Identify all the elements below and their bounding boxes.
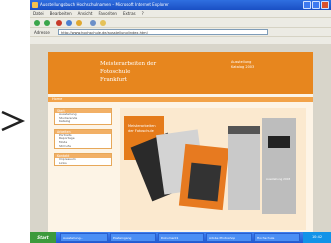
page-title: Meisterarbeiten der Fotoschule Frankfurt [100,60,180,84]
page-title-line: Frankfurt [100,77,128,83]
menu-item-datei[interactable]: Datei [33,11,44,16]
refresh-icon[interactable] [66,20,72,26]
menu-item-bearbeiten[interactable]: Bearbeiten [50,11,72,16]
taskbar-item[interactable]: Hochschule [254,233,300,242]
feature-panel: Meisterarbeiten der Fotoschule Ausstellu… [120,108,306,230]
catalog-cover[interactable] [178,143,230,211]
sidebar-link[interactable]: Still Life [55,144,111,149]
page-header-bar [228,126,260,134]
feature-text: Meisterarbeiten der Fotoschule [128,124,156,134]
taskbar-item[interactable]: Ausstellung... [60,233,108,242]
page-photo [268,136,290,148]
preview-caption: Ausstellung 2003 [266,177,291,181]
header-info: Ausstellung Katalog 2003 [231,60,254,70]
page-title-line: Fotoschule [100,69,131,75]
sidebar-link[interactable]: Katalog [55,120,111,124]
address-input[interactable]: http://www.hochschule.de/ausstellung/ind… [58,29,268,35]
menu-item-ansicht[interactable]: Ansicht [78,11,93,16]
start-button[interactable]: Start [30,232,56,243]
nav-home-link[interactable]: Home [52,97,62,102]
home-icon[interactable] [76,20,82,26]
close-button[interactable] [321,1,329,9]
back-icon[interactable] [34,20,40,26]
favorites-icon[interactable] [100,20,106,26]
page-nav-bar: Home [48,97,313,102]
page-sidebar: Start Ausstellung Studierende Katalog Ar… [54,108,112,170]
menu-bar: Datei Bearbeiten Ansicht Favoriten Extra… [30,10,331,17]
window-controls [303,1,329,9]
web-content-area: Meisterarbeiten der Fotoschule Frankfurt… [30,44,331,232]
web-page: Meisterarbeiten der Fotoschule Frankfurt… [48,52,313,232]
maximize-button[interactable] [312,1,320,9]
page-header: Meisterarbeiten der Fotoschule Frankfurt… [48,52,313,94]
window-title: Ausstellungsbuch Hochschulnamen – Micros… [40,2,169,7]
sidebar-link[interactable]: Links [55,161,111,166]
taskbar-item[interactable]: Posteingang [110,233,156,242]
address-label: Adresse [34,30,50,35]
taskbar-item[interactable]: Dokument1 [158,233,204,242]
menu-item-extras[interactable]: Extras [123,11,136,16]
title-bar: Ausstellungsbuch Hochschulnamen – Micros… [30,0,331,10]
catalog-page[interactable] [228,126,260,210]
menu-item-help[interactable]: ? [142,11,144,16]
cover-photo [187,162,222,202]
ie-icon [32,2,38,8]
system-clock: 10:42 [303,232,331,243]
catalog-page[interactable]: Ausstellung 2003 [262,118,296,214]
forward-icon[interactable] [44,20,50,26]
sidebar-box: Kontakt Impressum Links [54,153,112,167]
minimize-button[interactable] [303,1,311,9]
stop-icon[interactable] [56,20,62,26]
page-title-line: Meisterarbeiten der [100,61,157,67]
arrow-right-icon [1,110,26,132]
taskbar: Start Ausstellung... Posteingang Dokumen… [30,232,331,243]
header-info-line: Katalog 2003 [231,65,255,69]
browser-window: Ausstellungsbuch Hochschulnamen – Micros… [30,0,331,243]
feature-text-line: der Fotoschule [128,129,154,133]
search-icon[interactable] [90,20,96,26]
sidebar-box: Arbeiten Portraits Reportage Mode Still … [54,128,112,150]
sidebar-box: Start Ausstellung Studierende Katalog [54,108,112,125]
taskbar-item[interactable]: Adobe Photoshop [206,233,252,242]
menu-item-favoriten[interactable]: Favoriten [98,11,117,16]
